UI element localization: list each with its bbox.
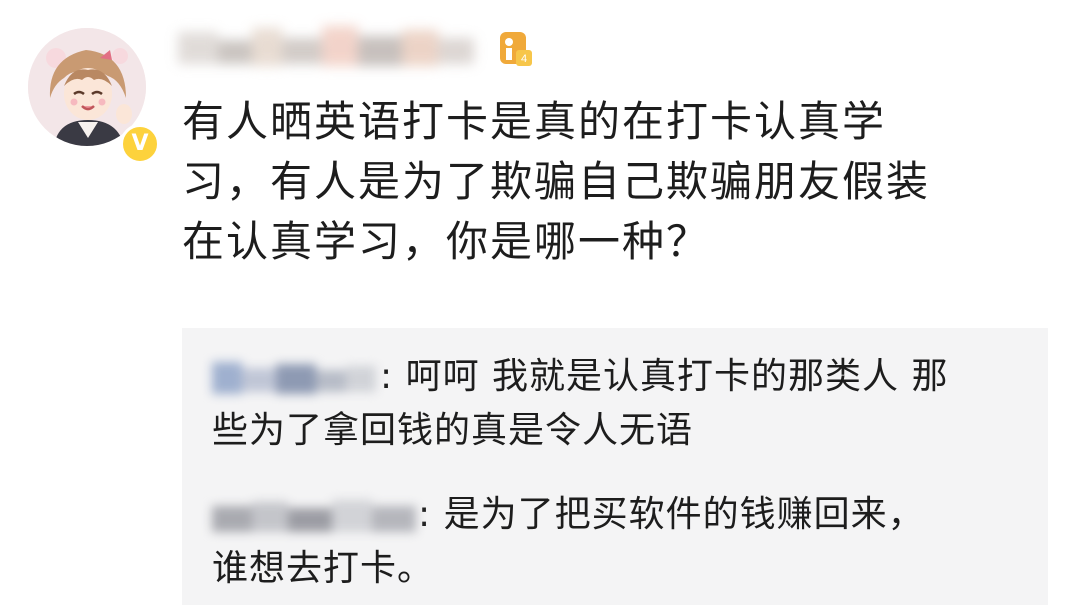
user-level-icon: 4 — [494, 28, 534, 72]
comment-text-line: 些为了拿回钱的真是令人无语 — [212, 410, 694, 451]
post-content-line: 在认真学习，你是哪一种？ — [182, 217, 711, 266]
weibo-post: V 4 有人晒英语打卡是真的在打卡认真学 习，有人是为了欺骗自己欺骗朋友假装 在… — [0, 0, 1080, 605]
svg-text:4: 4 — [521, 53, 527, 65]
post-content: 有人晒英语打卡是真的在打卡认真学 习，有人是为了欺骗自己欺骗朋友假装 在认真学习… — [182, 92, 1042, 272]
comment-text-line: 呵呵 我就是认真打卡的那类人 那 — [405, 356, 949, 397]
comments-preview[interactable]: : 呵呵 我就是认真打卡的那类人 那 些为了拿回钱的真是令人无语 : 是为了把买… — [182, 328, 1048, 605]
comment-item[interactable]: : 是为了把买软件的钱赚回来， 谁想去打卡。 — [212, 488, 1032, 596]
author-name-blurred[interactable] — [178, 18, 478, 78]
comment-separator: : — [380, 356, 394, 397]
comment-text-line: 谁想去打卡。 — [212, 548, 435, 589]
comment-separator: : — [418, 494, 432, 535]
commenter-name-blurred[interactable] — [212, 358, 380, 398]
v-verified-icon: V — [120, 124, 160, 164]
post-content-line: 有人晒英语打卡是真的在打卡认真学 — [182, 97, 887, 146]
comment-item[interactable]: : 呵呵 我就是认真打卡的那类人 那 些为了拿回钱的真是令人无语 — [212, 350, 1032, 458]
post-content-line: 习，有人是为了欺骗自己欺骗朋友假装 — [182, 157, 931, 206]
author-avatar-wrap[interactable]: V — [28, 28, 160, 164]
comment-text-line: 是为了把买软件的钱赚回来， — [443, 494, 925, 535]
commenter-name-blurred[interactable] — [212, 496, 418, 536]
